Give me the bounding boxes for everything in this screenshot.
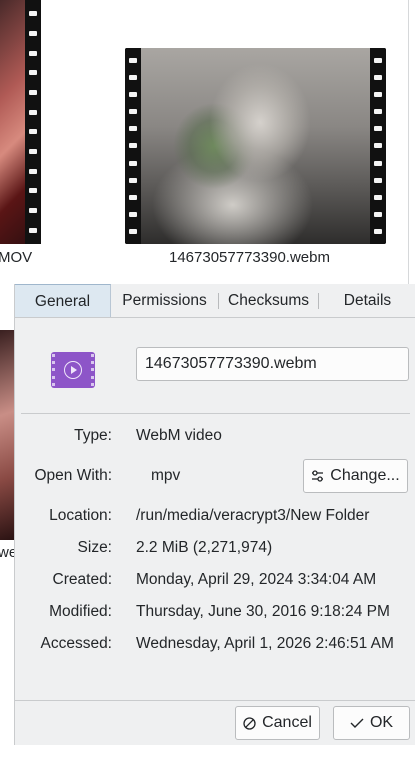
properties-dialog: General Permissions Checksums Details 14… [14,284,415,745]
thumbnail-webm[interactable] [125,48,386,244]
thumbnail-left-mov[interactable] [0,0,41,244]
location-value: /run/media/veracrypt3/New Folder [136,507,370,524]
accessed-value: Wednesday, April 1, 2026 2:46:51 AM [136,635,394,652]
filename-input[interactable]: 14673057773390.webm [136,347,409,381]
modified-value: Thursday, June 30, 2016 9:18:24 PM [136,603,390,620]
thumbnail-left-label: MOV [0,249,33,266]
type-label: Type: [74,427,112,444]
ok-button[interactable]: OK [333,706,410,740]
view-right-border [408,0,409,284]
cancel-icon [243,716,256,730]
tab-details[interactable]: Details [319,284,415,317]
tab-bar: General Permissions Checksums Details [15,284,415,318]
created-label: Created: [52,571,112,588]
modified-label: Modified: [49,603,112,620]
thumbnail-lower-left[interactable] [0,330,14,540]
created-value: Monday, April 29, 2024 3:34:04 AM [136,571,377,588]
type-value: WebM video [136,427,222,444]
location-label: Location: [49,507,112,524]
tab-permissions[interactable]: Permissions [111,284,218,317]
size-label: Size: [77,539,112,556]
thumbnail-webm-label: 14673057773390.webm [169,249,330,266]
change-button[interactable]: Change... [303,459,408,493]
open-with-label: Open With: [34,467,112,484]
change-button-label: Change... [330,467,400,484]
ok-button-label: OK [369,714,394,731]
checkmark-icon [350,718,364,728]
play-icon [64,361,82,379]
footer-separator [15,700,415,701]
size-value: 2.2 MiB (2,271,974) [136,539,273,556]
accessed-label: Accessed: [40,635,112,652]
tab-checksums[interactable]: Checksums [219,284,318,317]
video-file-icon [51,352,95,388]
cancel-button[interactable]: Cancel [235,706,320,740]
divider [21,413,410,414]
video-frame-image [141,48,370,244]
open-with-value: mpv [151,467,181,484]
cancel-button-label: Cancel [262,714,312,731]
tab-general[interactable]: General [15,284,111,317]
configure-icon [312,470,324,482]
